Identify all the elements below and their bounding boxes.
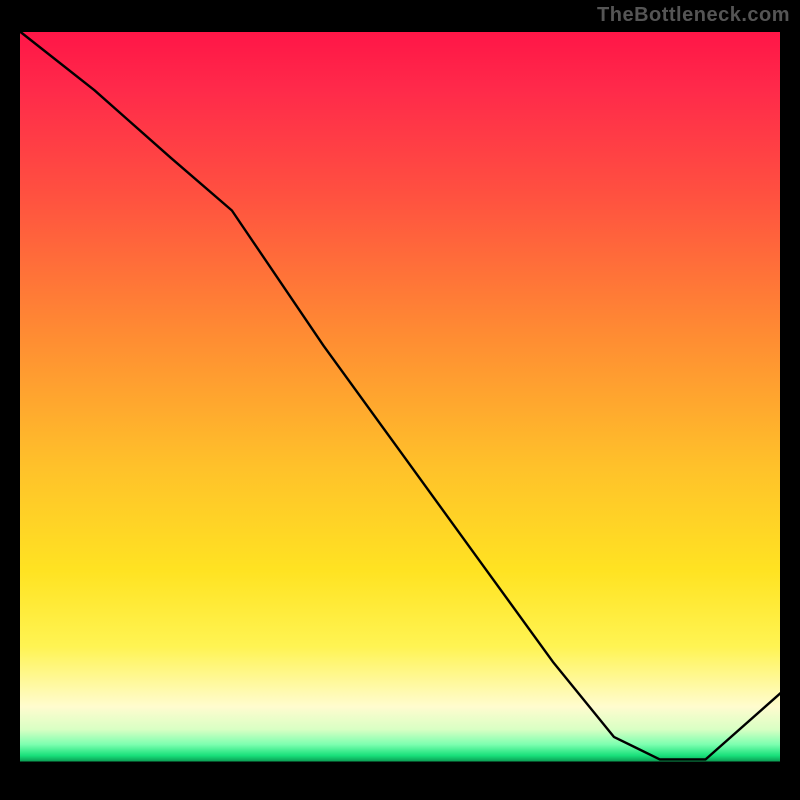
- chart-line: [18, 30, 782, 759]
- chart-frame: TheBottleneck.com: [0, 0, 800, 800]
- watermark-text: TheBottleneck.com: [597, 4, 790, 27]
- plot-outer: [18, 30, 782, 782]
- line-chart-svg: [18, 30, 782, 782]
